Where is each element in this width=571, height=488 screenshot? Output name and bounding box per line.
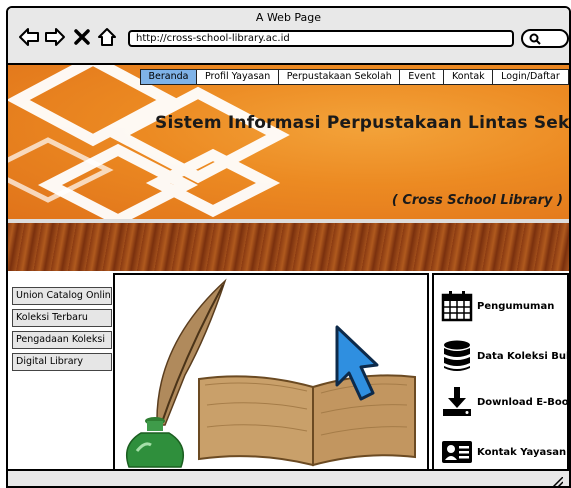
quick-link-data-koleksi[interactable]: Data Koleksi Buku xyxy=(440,339,571,373)
search-icon xyxy=(529,33,541,45)
quick-link-label: Data Koleksi Buku xyxy=(477,350,571,362)
menu-item-login-daftar[interactable]: Login/Daftar xyxy=(492,69,569,85)
quick-link-pengumuman[interactable]: Pengumuman xyxy=(440,289,554,323)
calendar-icon xyxy=(441,291,473,322)
quick-link-label: Download E-Book xyxy=(477,396,571,408)
quick-link-kontak-yayasan[interactable]: Kontak Yayasan xyxy=(440,435,566,469)
quick-link-label: Pengumuman xyxy=(477,300,555,312)
sidebar-item-koleksi-terbaru[interactable]: Koleksi Terbaru xyxy=(12,309,112,327)
site-title: Sistem Informasi Perpustakaan Lintas Sek… xyxy=(155,113,569,133)
sidebar-item-digital-library[interactable]: Digital Library xyxy=(12,353,112,371)
quick-links-panel: Pengumuman Data Koleksi Buku Download E-… xyxy=(432,273,569,475)
menu-item-beranda[interactable]: Beranda xyxy=(139,69,198,85)
site-subtitle: ( Cross School Library ) xyxy=(391,193,563,208)
window-title: A Web Page xyxy=(255,11,322,24)
menu-item-perpustakaan-sekolah[interactable]: Perpustakaan Sekolah xyxy=(277,69,401,85)
resize-handle-icon[interactable] xyxy=(551,477,563,487)
sidebar-item-union-catalog[interactable]: Union Catalog Online xyxy=(12,287,112,305)
browser-toolbar: A Web Page http://cross-school-library.a… xyxy=(8,8,569,65)
download-icon xyxy=(443,387,471,416)
open-book-illustration xyxy=(198,374,416,467)
hero-image xyxy=(113,273,429,475)
search-input[interactable] xyxy=(521,29,569,48)
wood-floor-image xyxy=(8,219,569,271)
sidebar-item-pengadaan-koleksi[interactable]: Pengadaan Koleksi xyxy=(12,331,112,349)
database-icon xyxy=(444,340,470,371)
forward-arrow-icon[interactable] xyxy=(44,26,66,48)
browser-window: A Web Page http://cross-school-library.a… xyxy=(6,6,571,488)
ink-pot-illustration xyxy=(126,417,184,468)
close-icon[interactable] xyxy=(71,26,93,48)
menu-item-profil-yayasan[interactable]: Profil Yayasan xyxy=(195,69,280,85)
menu-item-kontak[interactable]: Kontak xyxy=(443,69,494,85)
home-icon[interactable] xyxy=(96,26,118,48)
back-arrow-icon[interactable] xyxy=(18,26,40,48)
quick-link-label: Kontak Yayasan xyxy=(477,446,567,458)
sidebar-menu: Union Catalog Online Koleksi Terbaru Pen… xyxy=(12,287,112,375)
contact-card-icon xyxy=(442,441,472,463)
site-banner: Beranda Profil Yayasan Perpustakaan Seko… xyxy=(8,65,569,219)
main-menu: Beranda Profil Yayasan Perpustakaan Seko… xyxy=(139,69,569,85)
status-bar xyxy=(8,469,569,487)
menu-item-event[interactable]: Event xyxy=(399,69,445,85)
url-input[interactable]: http://cross-school-library.ac.id xyxy=(128,30,514,47)
quick-link-download-ebook[interactable]: Download E-Book xyxy=(440,385,571,419)
